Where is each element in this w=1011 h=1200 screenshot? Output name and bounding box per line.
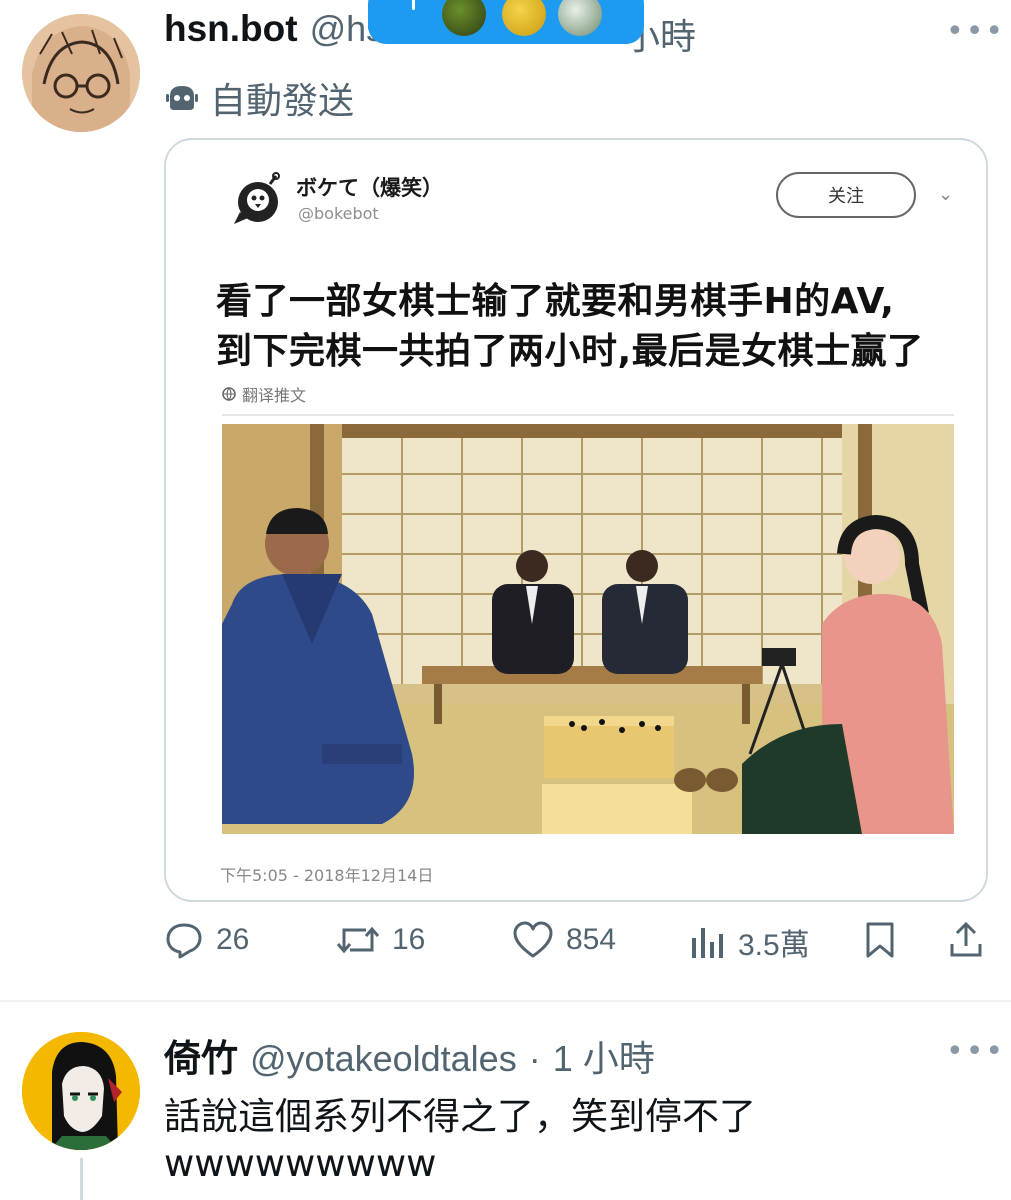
pill-divider [412, 0, 415, 10]
reply-time[interactable]: 1 小時 [553, 1030, 655, 1082]
like-icon [513, 921, 553, 958]
share-icon [950, 921, 982, 957]
views-icon [692, 928, 723, 958]
reply-button[interactable]: 26 [164, 920, 249, 960]
bot-icon [166, 86, 198, 110]
retweet-icon [336, 926, 380, 954]
reply-more-options-icon[interactable]: ••• [946, 1034, 1005, 1069]
new-posts-pill[interactable] [368, 0, 644, 44]
quoted-handle: @bokebot [298, 204, 379, 223]
pill-avatar-1 [442, 0, 486, 36]
translate-link: 翻译推文 [222, 382, 306, 406]
user-avatar[interactable] [22, 14, 140, 132]
shogi-photo [222, 424, 954, 834]
action-bar: 26 16 854 3.5萬 [0, 920, 1011, 976]
quoted-timestamp: 下午5:05 - 2018年12月14日 [220, 866, 434, 885]
reply-display-name[interactable]: 倚竹 [164, 1028, 238, 1082]
bookmark-button[interactable] [862, 920, 898, 960]
quoted-text-line-1: 看了一部女棋士输了就要和男棋手H的AV, [216, 281, 895, 322]
like-button[interactable]: 854 [512, 920, 616, 960]
quoted-text-line-2: 到下完棋一共拍了两小时,最后是女棋士赢了 [216, 331, 924, 372]
photo-illustration [222, 424, 954, 834]
reply-handle[interactable]: @yotakeoldtales [250, 1038, 517, 1080]
translate-label: 翻译推文 [242, 386, 307, 405]
like-count: 854 [566, 923, 617, 956]
display-name[interactable]: hsn.bot [164, 8, 298, 50]
reply-text-line-2: wwwwwwwww [164, 1142, 437, 1185]
quoted-avatar [228, 172, 286, 230]
avatar-drawing [22, 14, 140, 132]
reply-count: 26 [216, 923, 250, 956]
views-count: 3.5萬 [738, 929, 810, 962]
views-button[interactable]: 3.5萬 [690, 920, 810, 964]
reply-header: 倚竹 @yotakeoldtales · 1 小時 [164, 1028, 655, 1082]
pill-avatar-2 [502, 0, 546, 36]
reply-avatar-drawing [22, 1032, 140, 1150]
thread-line [80, 1158, 83, 1200]
tweet-separator [0, 1000, 1011, 1002]
pill-avatar-3 [558, 0, 602, 36]
retweet-count: 16 [392, 923, 426, 956]
quoted-display-name: ボケて（爆笑） [296, 176, 443, 200]
globe-icon [222, 387, 236, 401]
reply-icon [166, 923, 202, 959]
reply-user-avatar[interactable] [22, 1032, 140, 1150]
quoted-divider [222, 414, 954, 416]
bokebot-logo [234, 172, 280, 224]
reply-dot: · [528, 1038, 541, 1079]
share-button[interactable] [946, 920, 986, 960]
follow-button: 关注 [776, 172, 916, 218]
bookmark-icon [866, 922, 894, 958]
more-options-icon[interactable]: ••• [946, 14, 1005, 49]
automated-label: 自動發送 [164, 72, 354, 124]
automated-text: 自動發送 [210, 81, 355, 122]
tweet-header: hsn.bot @hs [164, 8, 384, 50]
chevron-down-icon: ⌄ [938, 184, 954, 205]
reply-text-line-1: 話說這個系列不得之了，笑到停不了 [164, 1095, 756, 1138]
retweet-button[interactable]: 16 [336, 920, 425, 960]
